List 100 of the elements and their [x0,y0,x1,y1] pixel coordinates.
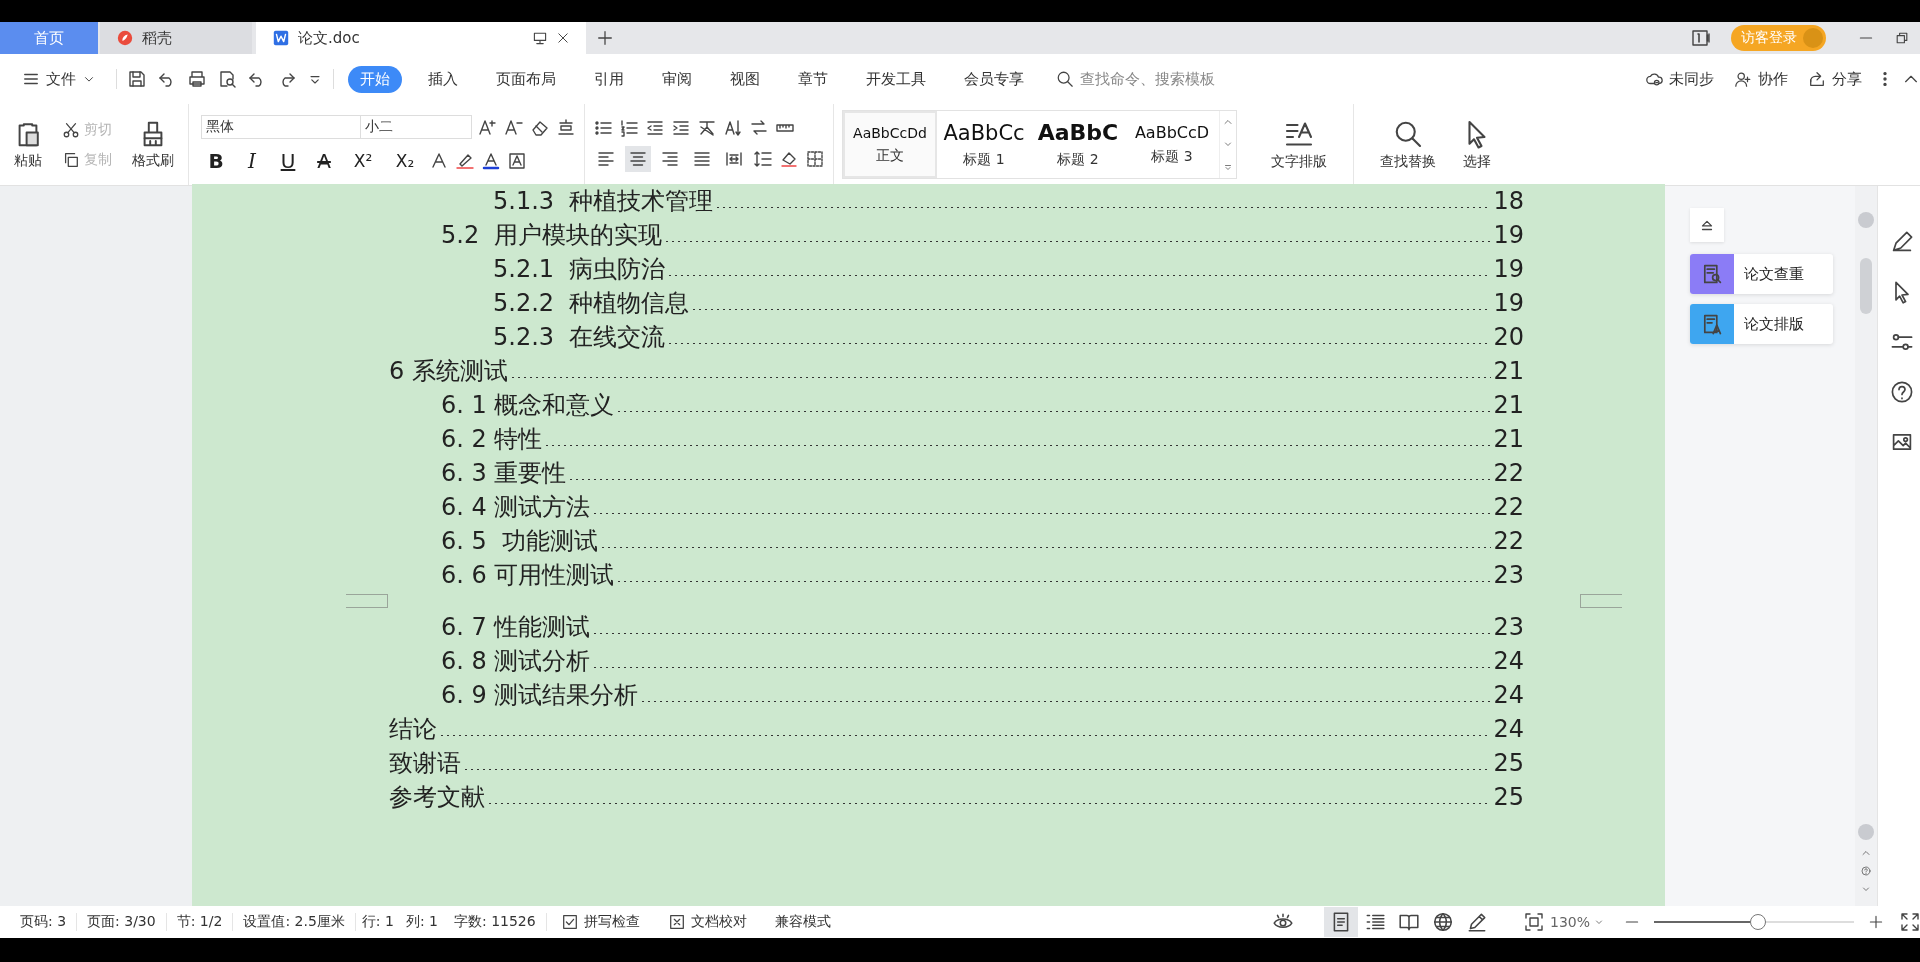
reader-icon[interactable] [1689,28,1711,48]
style-preset[interactable]: AaBbC 标题 2 [1031,111,1125,178]
sort-icon[interactable] [723,117,743,138]
view-mode-button[interactable] [1323,907,1358,937]
page-number: 20 [1493,322,1524,353]
style-preset[interactable]: AaBbCcD 标题 3 [1125,111,1219,178]
toc-entry-title: 6. 5 功能测试 [441,526,599,557]
toc-entry-title: 6. 2 特性 [441,424,543,455]
page-number: 19 [1493,220,1524,251]
page-number: 22 [1493,492,1524,523]
page-break-mark [346,594,388,608]
status-field: 设置值: 2.5厘米 [233,913,356,931]
select-button[interactable]: 选择 [1456,116,1498,173]
toc-entry-title: 5.2.2 种植物信息 [493,288,690,319]
status-field: 列: 1 [399,913,444,931]
window-tab[interactable]: 稻壳 [100,22,252,54]
align-button[interactable] [625,145,651,172]
cloud-icon [1645,70,1663,88]
toc-entry-title: 6. 4 测试方法 [441,492,591,523]
ribbon-tab[interactable]: 插入 [416,65,470,93]
globe-icon [1431,911,1454,933]
line-spacing-icon[interactable] [753,148,773,169]
ribbon-tab[interactable]: 页面布局 [484,65,568,93]
toolbar-button[interactable]: 未同步 [1639,65,1720,93]
font-field[interactable]: 黑体 [201,114,361,139]
style-preset[interactable]: AaBbCcDd 正文 [843,111,937,178]
page-number: 23 [1493,560,1524,591]
phonetic-guide-icon[interactable] [556,116,576,137]
status-field: 字数: 11526 [444,913,547,931]
strikethrough-button[interactable]: A [309,146,339,175]
help-icon[interactable] [1890,380,1914,404]
zoom-in-icon[interactable] [1868,914,1884,930]
toolbar-button[interactable]: 分享 [1802,65,1868,93]
bold-button[interactable]: B [201,146,231,175]
toc-entry-title: 6. 9 测试结果分析 [441,680,639,711]
fullscreen-icon[interactable] [1900,912,1920,932]
ribbon-tab[interactable]: 引用 [582,65,636,93]
close-icon[interactable] [556,31,570,45]
format-painter-button[interactable]: 格式刷 [126,117,180,172]
monitor-icon[interactable] [532,30,548,46]
ribbon-tab[interactable]: 章节 [786,65,840,93]
superscript-button[interactable]: X² [345,146,381,175]
ribbon-tab[interactable]: 视图 [718,65,772,93]
ribbon-tab[interactable]: 会员专享 [952,65,1036,93]
compat-mode-label: 兼容模式 [773,913,832,931]
font-size-field[interactable]: 小二 [360,114,472,139]
toc-entry-title: 结论 [389,714,437,745]
restore-icon[interactable] [1894,30,1910,46]
page-number: 22 [1493,526,1524,557]
pen-icon[interactable] [1890,230,1914,254]
ribbon-tab[interactable]: 审阅 [650,65,704,93]
side-tool-button[interactable]: 论文查重 [1690,254,1833,294]
document-logo-icon [272,29,290,47]
subscript-button[interactable]: X₂ [387,146,423,175]
new-tab-icon[interactable] [596,29,614,47]
page-break-mark [1580,594,1622,608]
save-icon[interactable] [127,69,147,89]
toc-entry-title: 6. 6 可用性测试 [441,560,615,591]
toc-entry-title: 6 系统测试 [389,356,508,387]
page-number: 25 [1493,748,1524,779]
paste-button[interactable]: 粘贴 [8,117,48,172]
file-menu[interactable]: 文件 [16,65,102,93]
toc-entry-title: 参考文献 [389,782,485,813]
command-search-field[interactable]: 查找命令、搜索模板 [1056,69,1286,89]
proofread-button[interactable]: 文档校对 [653,913,761,931]
scrollbar-thumb[interactable] [1860,258,1872,314]
collapse-button[interactable] [1690,208,1724,242]
status-field: 页面: 3/30 [77,913,167,931]
find-replace-button[interactable]: 查找替换 [1374,116,1442,173]
page-number: 23 [1493,612,1524,643]
zoom-dropdown[interactable]: 130% [1543,913,1610,931]
search-icon [1056,70,1074,88]
spell-check-button[interactable]: 拼写检查 [546,913,654,931]
print-preview-icon[interactable] [217,69,237,89]
underline-button[interactable]: U [273,146,303,175]
side-tool-button[interactable]: 论文排版 [1690,304,1833,344]
character-border-icon[interactable] [507,150,527,171]
page-number: 21 [1493,356,1524,387]
ribbon-tab[interactable]: 开发工具 [854,65,938,93]
page-number: 22 [1493,458,1524,489]
fit-page-icon[interactable] [1523,912,1544,932]
page-number: 24 [1493,714,1524,745]
toolbar-button[interactable]: 协作 [1728,65,1794,93]
numbering-icon[interactable] [619,117,639,138]
status-field: 行: 1 [355,913,400,931]
borders-icon[interactable] [805,148,825,169]
share-icon [1808,70,1826,88]
page-number: 18 [1493,186,1524,217]
chevron-icon [1594,917,1604,927]
add-person-icon [1734,70,1752,88]
window-tab[interactable]: 论文.doc [256,22,586,54]
page-number: 24 [1493,680,1524,711]
page-number: 19 [1493,254,1524,285]
print-icon[interactable] [187,69,207,89]
toc-entry-title: 6. 8 测试分析 [441,646,591,677]
text-layout-button[interactable]: 文字排版 [1265,116,1333,173]
style-preset[interactable]: AaBbCc 标题 1 [937,111,1031,178]
toc-entry-title: 5.2 用户模块的实现 [441,220,663,251]
toc-entry-title: 6. 1 概念和意义 [441,390,615,421]
italic-button[interactable]: I [237,146,267,175]
